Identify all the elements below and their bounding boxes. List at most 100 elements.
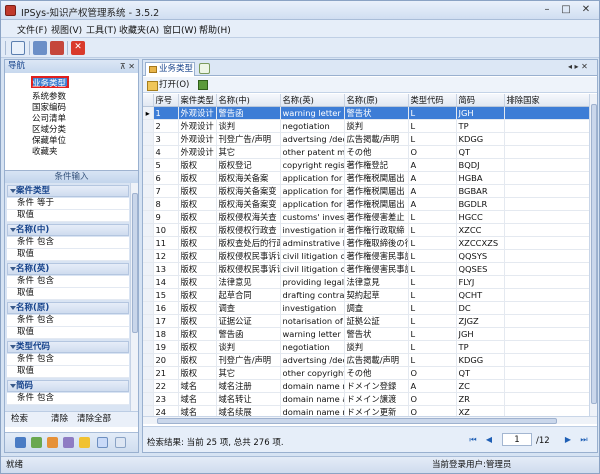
users-icon[interactable]: [33, 41, 47, 55]
table-row[interactable]: 2 外观设计 谈判 negotiation 談判 L TP: [143, 119, 589, 133]
conditions-scrollbar[interactable]: [130, 183, 138, 411]
cond-group-type-code[interactable]: 类型代码: [7, 341, 129, 353]
tab-nav-close-icon[interactable]: ◂ ▸ ✕: [568, 62, 588, 71]
cond-row-condition[interactable]: 条件 包含: [7, 237, 129, 249]
table-row[interactable]: 21 版权 其它 other copyright その他 O QT: [143, 366, 589, 380]
table-cell: L: [408, 301, 457, 315]
column-header[interactable]: 简码: [456, 94, 505, 107]
table-row[interactable]: 22 域名 域名注册 domain name re ドメイン登録 A ZC: [143, 379, 589, 393]
table-row[interactable]: 14 版权 法律意见 providing legal 法律意見 L FLYJ: [143, 275, 589, 289]
module-icon[interactable]: [31, 437, 42, 448]
table-row[interactable]: 15 版权 起草合同 drafting contrac 契約起草 L QCHT: [143, 288, 589, 302]
scrollbar-thumb[interactable]: [132, 193, 138, 333]
table-cell: QQSYS: [456, 249, 505, 263]
new-tab-icon[interactable]: [199, 63, 210, 74]
title-bar: IPSys-知识产权管理系统 - 3.5.2 – □ ✕: [1, 1, 599, 20]
cond-row-condition[interactable]: 条件 包含: [7, 276, 129, 288]
nav-pin-close-icon[interactable]: ⊼ ✕: [120, 60, 135, 73]
cube-icon[interactable]: [15, 437, 26, 448]
table-row[interactable]: 19 版权 谈判 negotiation 談判 L TP: [143, 340, 589, 354]
cond-row-condition[interactable]: 条件 包含: [7, 315, 129, 327]
cond-row-value[interactable]: 取值: [7, 249, 129, 261]
last-page-icon[interactable]: ⏭: [579, 435, 589, 445]
key-icon[interactable]: [79, 437, 90, 448]
column-header[interactable]: 排除国家: [504, 94, 589, 107]
menu-tools[interactable]: 工具(T): [86, 23, 117, 36]
column-header[interactable]: 名称(英): [280, 94, 345, 107]
refresh-icon[interactable]: [198, 80, 208, 90]
table-row[interactable]: 13 版权 版权侵权民事诉讼 civil litigation of 著作権侵害民事訴 L…: [143, 262, 589, 276]
table-row[interactable]: 3 外观设计 刊登广告/声明 advertsing /decl 広告掲載/声明 L KDGG: [143, 132, 589, 146]
table-row[interactable]: 24 域名 域名续展 domain name re ドメイン更新 O XZ: [143, 405, 589, 416]
page-number-input[interactable]: 1: [502, 433, 532, 446]
close-button[interactable]: ✕: [577, 3, 595, 17]
column-header[interactable]: 名称(中): [216, 94, 281, 107]
cond-row-condition[interactable]: 条件 包含: [7, 354, 129, 366]
cond-group-name-orig[interactable]: 名称(原): [7, 302, 129, 314]
cond-row-value[interactable]: 取值: [7, 210, 129, 222]
cond-row-value[interactable]: 取值: [7, 288, 129, 300]
table-cell: その他: [344, 145, 409, 159]
column-header[interactable]: 案件类型: [178, 94, 217, 107]
prev-page-icon[interactable]: ◀: [484, 435, 494, 445]
user-delete-icon[interactable]: [50, 41, 64, 55]
table-row[interactable]: 8 版权 版权海关备案变 application for c 著作権税関届出 A BGDLR: [143, 197, 589, 211]
scrollbar-thumb[interactable]: [157, 418, 557, 424]
column-header[interactable]: [143, 94, 154, 107]
table-row[interactable]: 18 版权 警告函 warning letter 警告状 L JGH: [143, 327, 589, 341]
grid-horizontal-scrollbar[interactable]: [143, 416, 597, 424]
table-row[interactable]: 5版权版权登记copyright registr著作権登記ABQDJ: [143, 158, 589, 172]
minimize-button[interactable]: –: [538, 3, 556, 17]
table-row[interactable]: 6 版权 版权海关备案 application for c 著作権税関届出 A HGBA: [143, 171, 589, 185]
grid-vertical-scrollbar[interactable]: [589, 94, 597, 416]
table-row[interactable]: 12 版权 版权侵权民事诉讼 civil litigation of 著作権侵害民事訴 L…: [143, 249, 589, 263]
tab-business-type[interactable]: 业务类型: [145, 62, 195, 76]
column-header[interactable]: 序号: [153, 94, 179, 107]
table-cell: 23: [153, 392, 179, 406]
table-row[interactable]: 20 版权 刊登广告/声明 advertsing /decl 広告掲載/声明 L KDGG: [143, 353, 589, 367]
cond-group-short-code[interactable]: 简码: [7, 380, 129, 392]
search-button[interactable]: 检索: [11, 412, 28, 427]
open-button[interactable]: 打开(O): [147, 79, 189, 91]
menu-file[interactable]: 文件(F): [17, 23, 47, 36]
table-cell: advertsing /decl: [280, 132, 345, 146]
cond-group-case-type[interactable]: 案件类型: [7, 185, 129, 197]
maximize-button[interactable]: □: [557, 3, 575, 17]
table-row[interactable]: 10版权版权侵权行政查investigation into著作権行政取締LXZC…: [143, 223, 589, 237]
clear-button[interactable]: 清除: [51, 412, 68, 427]
table-row[interactable]: 7 版权 版权海关备案变 application for c 著作権税関届出 A BGBAR: [143, 184, 589, 198]
menu-window[interactable]: 窗口(W): [163, 23, 197, 36]
first-page-icon[interactable]: ⏮: [468, 435, 478, 445]
settings-icon[interactable]: [97, 437, 108, 448]
cond-row-condition[interactable]: 条件 包含: [7, 393, 129, 405]
table-row[interactable]: 9 版权 版权侵权海关查 customs' investi 著作権侵害差止 L HGCC: [143, 210, 589, 224]
next-page-icon[interactable]: ▶: [563, 435, 573, 445]
table-cell: 版权: [178, 223, 217, 237]
table-cell: 版权侵权海关查: [216, 210, 281, 224]
tool-icon[interactable]: [63, 437, 74, 448]
cond-row-condition[interactable]: 条件 等于: [7, 198, 129, 210]
cond-group-name-cn[interactable]: 名称(中): [7, 224, 129, 236]
column-header[interactable]: 名称(原): [344, 94, 409, 107]
dropdown-icon[interactable]: [115, 437, 126, 448]
table-row[interactable]: 17 版权 证据公证 notarisation of e 証拠公証 L ZJGZ: [143, 314, 589, 328]
scrollbar-thumb[interactable]: [591, 104, 597, 404]
table-row[interactable]: 23域名域名转让domain name asドメイン譲渡OZR: [143, 392, 589, 406]
search-icon[interactable]: [11, 41, 25, 55]
cond-group-name-en[interactable]: 名称(英): [7, 263, 129, 275]
clear-all-button[interactable]: 清除全部: [77, 412, 111, 427]
tree-item-favorites[interactable]: 收藏夹: [32, 145, 58, 157]
menu-favorites[interactable]: 收藏夹(A): [119, 23, 159, 36]
table-row[interactable]: 4 外观设计 其它 other patent ma その他 O QT: [143, 145, 589, 159]
cond-row-value[interactable]: 取值: [7, 327, 129, 339]
table-row[interactable]: 11版权版权查处后的行政adminstrative liti著作権取締後の行LX…: [143, 236, 589, 250]
menu-view[interactable]: 视图(V): [51, 23, 82, 36]
tree-item-business-type[interactable]: 业务类型: [32, 77, 66, 89]
table-row[interactable]: 16 版权 调查 investigation 調査 L DC: [143, 301, 589, 315]
table-row[interactable]: ▸ 1 外观设计 警告函 warning letter 警告状 L JGH: [143, 106, 589, 120]
folder-icon[interactable]: [47, 437, 58, 448]
close-icon[interactable]: ✕: [71, 41, 85, 55]
column-header[interactable]: 类型代码: [408, 94, 457, 107]
cond-row-value[interactable]: 取值: [7, 366, 129, 378]
menu-help[interactable]: 帮助(H): [199, 23, 231, 36]
